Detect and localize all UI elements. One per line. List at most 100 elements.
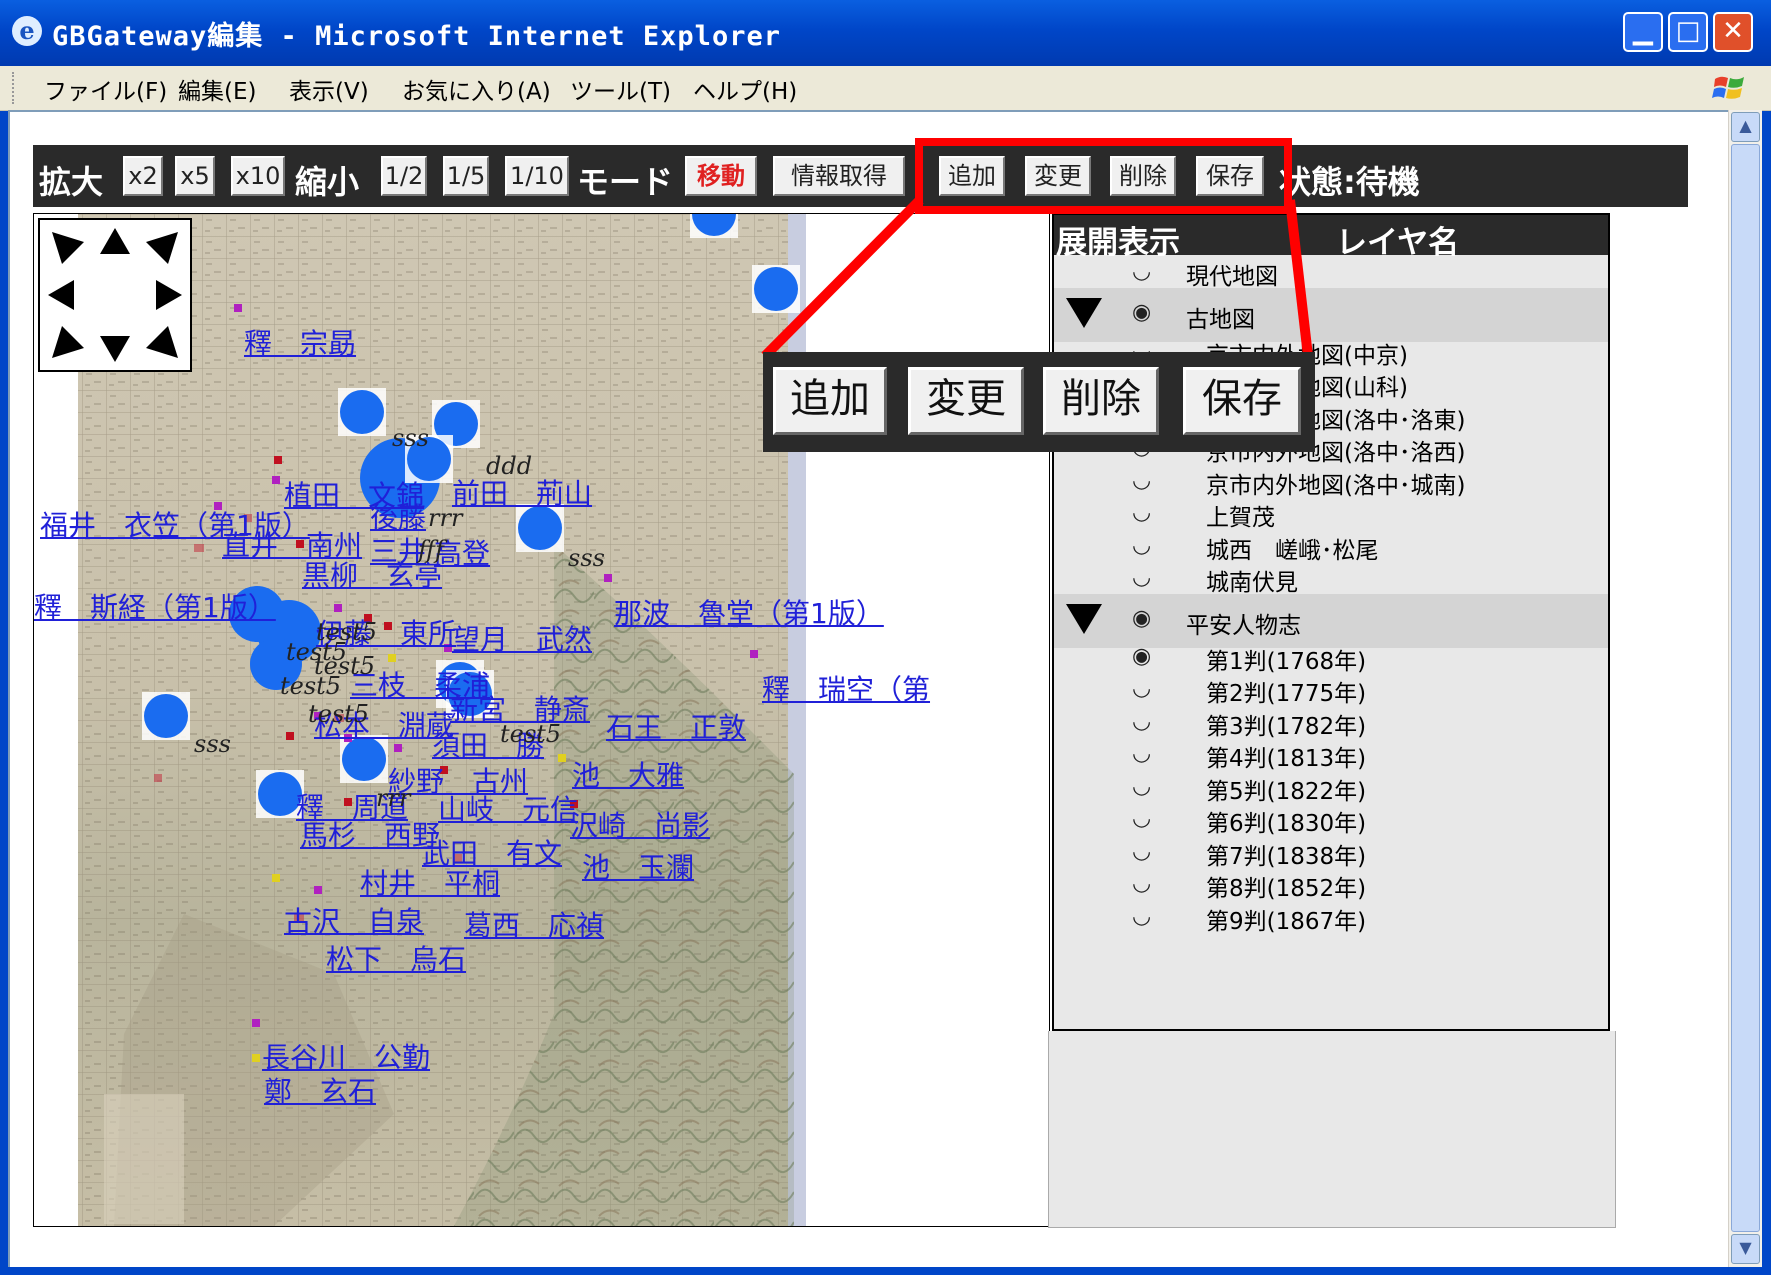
map-label: sss — [194, 730, 231, 758]
eye-icon[interactable]: ◉ — [1132, 644, 1151, 669]
menu-favorites[interactable]: お気に入り(A) — [402, 72, 551, 106]
scroll-down-icon[interactable]: ▼ — [1731, 1234, 1760, 1264]
hidden-eye-icon[interactable]: ◡ — [1132, 904, 1151, 929]
map-label: ddd — [486, 452, 533, 480]
layer-row[interactable]: ◡ 第2判(1775年) — [1054, 672, 1608, 708]
callout-save-button[interactable]: 保存 — [1183, 367, 1301, 435]
zoom-x10-button[interactable]: x10 — [231, 156, 285, 196]
zoom-x5-button[interactable]: x5 — [175, 156, 215, 196]
layer-row[interactable]: ◡ 現代地図 — [1054, 255, 1608, 291]
layer-name: 第8判(1852年) — [1206, 876, 1367, 902]
hidden-eye-icon[interactable]: ◡ — [1132, 806, 1151, 831]
map-link[interactable]: 石王 正敦 — [606, 706, 746, 746]
ie-icon: e — [12, 16, 42, 46]
hidden-eye-icon[interactable]: ◡ — [1132, 709, 1151, 734]
mode-move-button[interactable]: 移動 — [685, 156, 757, 196]
pan-down-icon — [100, 336, 130, 362]
map-link[interactable]: 釋 瑞空（第 — [762, 668, 930, 708]
callout-change-button[interactable]: 変更 — [908, 367, 1024, 435]
menu-help[interactable]: ヘルプ(H) — [693, 72, 797, 106]
window-border-left — [0, 66, 8, 1267]
callout-delete-button[interactable]: 削除 — [1043, 367, 1159, 435]
hidden-eye-icon[interactable]: ◡ — [1132, 565, 1151, 590]
layer-panel: 展開表示 レイヤ名 ◡現代地図◉古地図◡京市内外地図(中京)◡京市内外地図(山科… — [1052, 213, 1610, 1031]
layer-row[interactable]: ◡ 上賀茂 — [1054, 496, 1608, 532]
map-link[interactable]: 村井 平桐 — [360, 862, 500, 902]
pan-control[interactable] — [38, 218, 192, 372]
layer-row[interactable]: ◡ 第5判(1822年) — [1054, 770, 1608, 806]
menu-bar: ファイル(F) 編集(E) 表示(V) お気に入り(A) ツール(T) ヘルプ(… — [0, 66, 1771, 111]
zoom-fifth-button[interactable]: 1/5 — [443, 156, 489, 196]
menu-view[interactable]: 表示(V) — [289, 72, 369, 106]
map-label: test5 — [500, 720, 562, 748]
map-label: fff — [418, 536, 444, 564]
map-link[interactable]: 池 大雅 — [572, 754, 684, 794]
map-link[interactable]: 沢崎 尚影 — [570, 804, 710, 844]
map-link[interactable]: 葛西 応禎 — [464, 904, 604, 944]
pan-upright-icon — [146, 232, 178, 264]
layer-row[interactable]: ◡ 城西 嵯峨･松尾 — [1054, 529, 1608, 565]
expand-toggle-icon[interactable] — [1066, 603, 1102, 634]
map-link[interactable]: 松下 烏石 — [326, 938, 466, 978]
hidden-eye-icon[interactable]: ◡ — [1132, 741, 1151, 766]
zoom-half-button[interactable]: 1/2 — [381, 156, 427, 196]
scroll-up-icon[interactable]: ▲ — [1731, 112, 1760, 142]
zoom-out-label: 縮小 — [295, 163, 360, 201]
map-link[interactable]: 那波 魯堂（第1版） — [614, 592, 884, 632]
zoom-tenth-button[interactable]: 1/10 — [505, 156, 569, 196]
layer-row[interactable]: ◡ 第3判(1782年) — [1054, 705, 1608, 741]
layer-name: 第2判(1775年) — [1206, 681, 1367, 707]
map-link[interactable]: 鄭 玄石 — [264, 1070, 376, 1110]
title-bar: e GBGateway編集 - Microsoft Internet Explo… — [0, 0, 1771, 66]
hidden-eye-icon[interactable]: ◡ — [1132, 500, 1151, 525]
layer-row[interactable]: ◡ 城南伏見 — [1054, 561, 1608, 597]
maximize-button[interactable]: □ — [1668, 12, 1708, 52]
hidden-eye-icon[interactable]: ◡ — [1132, 468, 1151, 493]
layer-row[interactable]: ◉ 第1判(1768年) — [1054, 640, 1608, 676]
hidden-eye-icon[interactable]: ◡ — [1132, 259, 1151, 284]
layer-panel-header: 展開表示 レイヤ名 — [1054, 215, 1608, 261]
layer-row[interactable]: ◡ 京市内外地図(洛中･城南) — [1054, 464, 1608, 500]
eye-icon[interactable]: ◉ — [1132, 300, 1151, 325]
map-link[interactable]: 釋 斯経（第1版） — [34, 586, 276, 626]
layer-row[interactable]: ◡ 第9判(1867年) — [1054, 900, 1608, 936]
map-label: rrr — [376, 784, 411, 812]
map-point — [314, 886, 322, 894]
window-title: GBGateway編集 - Microsoft Internet Explore… — [52, 21, 781, 52]
menu-edit[interactable]: 編集(E) — [178, 72, 256, 106]
hidden-eye-icon[interactable]: ◡ — [1132, 871, 1151, 896]
map-marker — [340, 390, 384, 434]
zoom-x2-button[interactable]: x2 — [123, 156, 163, 196]
map-link[interactable]: 望月 武然 — [452, 618, 592, 658]
map-link[interactable]: 釋 宗勗 — [244, 322, 356, 362]
vertical-scrollbar[interactable]: ▲ ▼ — [1728, 110, 1762, 1267]
map-point — [252, 1054, 260, 1062]
windows-logo-icon — [1712, 76, 1744, 99]
layer-name: 第3判(1782年) — [1206, 713, 1367, 740]
mode-info-button[interactable]: 情報取得 — [773, 156, 905, 196]
menu-tools[interactable]: ツール(T) — [570, 72, 671, 106]
map-point — [272, 874, 280, 882]
layer-row[interactable]: ◡ 第6判(1830年) — [1054, 802, 1608, 838]
window-border-right — [1761, 66, 1771, 1267]
map-link[interactable]: 馬杉 西野 — [300, 814, 440, 854]
expand-toggle-icon[interactable] — [1066, 297, 1102, 328]
status-text: 状態:待機 — [1279, 163, 1420, 201]
map-link[interactable]: 山岐 元信 — [438, 788, 578, 828]
hidden-eye-icon[interactable]: ◡ — [1132, 676, 1151, 701]
map-link[interactable]: 池 玉瀾 — [582, 846, 694, 886]
hidden-eye-icon[interactable]: ◡ — [1132, 774, 1151, 799]
layer-row[interactable]: ◡ 第8判(1852年) — [1054, 867, 1608, 903]
callout-add-button[interactable]: 追加 — [773, 367, 887, 435]
eye-icon[interactable]: ◉ — [1132, 606, 1151, 631]
layer-row[interactable]: ◡ 第7判(1838年) — [1054, 835, 1608, 871]
minimize-button[interactable]: ▁ — [1623, 12, 1663, 52]
hidden-eye-icon[interactable]: ◡ — [1132, 839, 1151, 864]
map-point — [234, 304, 242, 312]
layer-row[interactable]: ◡ 第4判(1813年) — [1054, 737, 1608, 773]
hidden-eye-icon[interactable]: ◡ — [1132, 533, 1151, 558]
scroll-thumb[interactable] — [1731, 144, 1760, 1232]
map-link[interactable]: 古沢 自泉 — [284, 900, 424, 940]
close-button[interactable]: ✕ — [1713, 12, 1753, 52]
menu-file[interactable]: ファイル(F) — [44, 72, 167, 106]
